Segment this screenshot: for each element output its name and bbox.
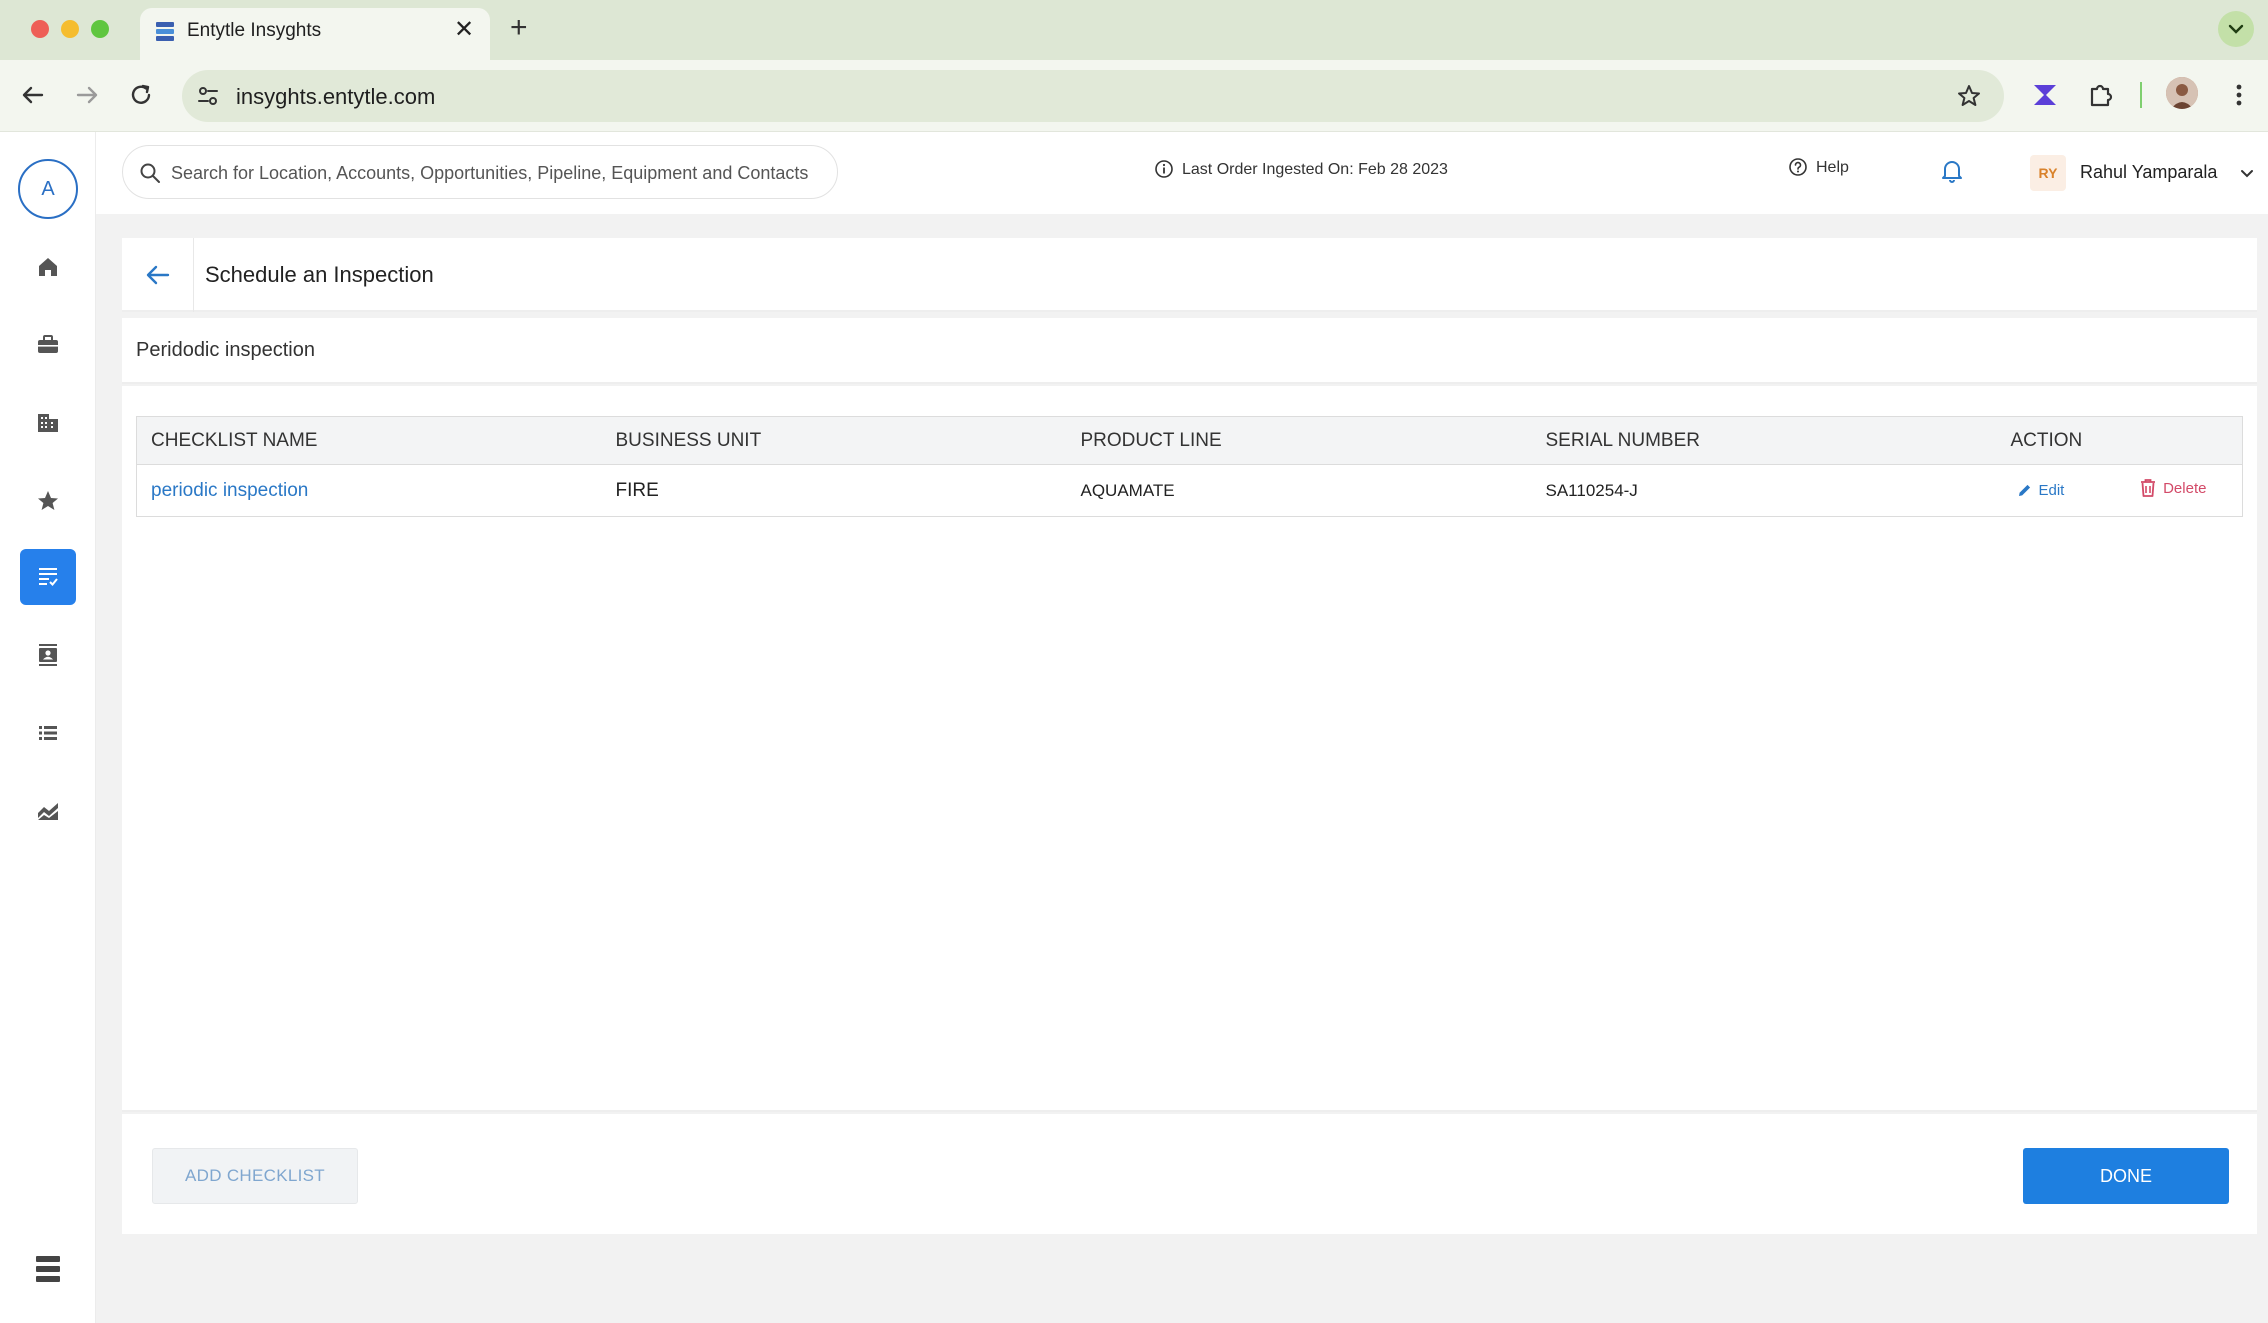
- checklist-table: CHECKLIST NAME BUSINESS UNIT PRODUCT LIN…: [136, 416, 2243, 517]
- address-bar[interactable]: insyghts.entytle.com: [182, 70, 2004, 122]
- add-checklist-button[interactable]: ADD CHECKLIST: [152, 1148, 358, 1204]
- browser-tab-bar: Entytle Insyghts ✕ +: [0, 0, 2268, 60]
- column-header-action: ACTION: [1996, 416, 2243, 465]
- user-menu[interactable]: RY Rahul Yamparala: [2030, 150, 2266, 196]
- sidebar-item-inspections[interactable]: [20, 549, 76, 605]
- done-button[interactable]: DONE: [2023, 1148, 2229, 1204]
- trend-icon: [38, 803, 58, 820]
- home-icon: [39, 258, 57, 276]
- briefcase-icon: [38, 335, 58, 353]
- search-icon: [140, 163, 160, 183]
- star-icon: [38, 491, 58, 510]
- sidebar-item-contacts[interactable]: [20, 627, 76, 683]
- search-placeholder: Search for Location, Accounts, Opportuni…: [171, 163, 809, 183]
- sidebar-item-analytics[interactable]: [20, 783, 76, 839]
- browser-profile-avatar[interactable]: [2166, 77, 2198, 109]
- product-line-cell: AQUAMATE: [1080, 480, 1175, 500]
- new-tab-button[interactable]: +: [510, 13, 528, 43]
- trash-icon: [2141, 479, 2156, 497]
- extension-logo-icon[interactable]: [2028, 78, 2062, 112]
- site-settings-icon[interactable]: [196, 84, 220, 108]
- tab-search-button[interactable]: [2218, 11, 2254, 47]
- window-maximize-button[interactable]: [91, 20, 109, 38]
- arrow-left-icon: [146, 265, 170, 285]
- column-header-product-line: PRODUCT LINE: [1066, 416, 1532, 465]
- column-header-business-unit: BUSINESS UNIT: [601, 416, 1067, 465]
- last-order-info: Last Order Ingested On: Feb 28 2023: [1155, 160, 1448, 179]
- global-search-input[interactable]: Search for Location, Accounts, Opportuni…: [122, 145, 838, 199]
- inspection-type-header: Peridodic inspection: [122, 318, 2257, 384]
- app-header: Search for Location, Accounts, Opportuni…: [96, 132, 2268, 214]
- sidebar-item-favorites[interactable]: [20, 473, 76, 529]
- browser-tab[interactable]: Entytle Insyghts ✕: [140, 8, 490, 60]
- edit-label: Edit: [2038, 481, 2065, 499]
- footer-actions: ADD CHECKLIST DONE: [122, 1114, 2257, 1234]
- extensions-puzzle-icon[interactable]: [2084, 78, 2118, 112]
- window-close-button[interactable]: [31, 20, 49, 38]
- checklist-name-link[interactable]: periodic inspection: [151, 480, 308, 501]
- column-header-serial-number: SERIAL NUMBER: [1531, 416, 1997, 465]
- table-row: periodic inspection FIRE AQUAMATE SA1102…: [137, 465, 2243, 517]
- bookmark-star-icon[interactable]: [1956, 83, 1982, 109]
- column-header-checklist-name: CHECKLIST NAME: [136, 416, 602, 465]
- window-minimize-button[interactable]: [61, 20, 79, 38]
- address-url: insyghts.entytle.com: [236, 84, 436, 109]
- back-arrow-icon[interactable]: [16, 78, 50, 112]
- delete-label: Delete: [2163, 479, 2207, 497]
- serial-number-cell: SA110254-J: [1545, 480, 1638, 500]
- help-label: Help: [1816, 159, 1849, 176]
- page-header: Schedule an Inspection: [122, 238, 2257, 312]
- help-circle-icon: [1789, 158, 1807, 176]
- entytle-favicon-icon: [156, 22, 174, 41]
- forward-arrow-icon[interactable]: [70, 78, 104, 112]
- building-icon: [38, 414, 58, 432]
- app-logo[interactable]: A: [18, 159, 78, 219]
- sidebar-item-briefcase[interactable]: [20, 317, 76, 373]
- help-link[interactable]: Help: [1789, 158, 1849, 177]
- profile-photo-icon: [2166, 77, 2198, 109]
- business-unit-cell: FIRE: [615, 479, 659, 501]
- sidebar-item-lists[interactable]: [20, 705, 76, 761]
- page-title: Schedule an Inspection: [205, 262, 434, 287]
- tab-close-icon[interactable]: ✕: [454, 18, 474, 42]
- back-button[interactable]: [122, 238, 194, 312]
- sidebar-item-home[interactable]: [20, 239, 76, 295]
- user-avatar: RY: [2030, 155, 2066, 191]
- edit-button[interactable]: Edit: [2017, 481, 2065, 499]
- app-sidebar: A: [0, 132, 96, 1323]
- toolbar-divider: [2140, 82, 2142, 108]
- table-header-row: CHECKLIST NAME BUSINESS UNIT PRODUCT LIN…: [136, 416, 2243, 465]
- chevron-down-icon: [2241, 170, 2253, 178]
- checklist-panel: CHECKLIST NAME BUSINESS UNIT PRODUCT LIN…: [122, 386, 2257, 1112]
- browser-toolbar: insyghts.entytle.com: [0, 60, 2268, 132]
- list-icon: [39, 726, 57, 740]
- chevron-down-icon: [2228, 24, 2244, 34]
- browser-menu-kebab-icon[interactable]: [2222, 78, 2256, 112]
- sidebar-menu-icon[interactable]: [26, 1248, 70, 1292]
- action-cell: Edit Delete: [1997, 465, 2243, 517]
- delete-button[interactable]: Delete: [2139, 478, 2206, 498]
- pencil-icon: [2018, 484, 2030, 496]
- sidebar-item-buildings[interactable]: [20, 395, 76, 451]
- checklist-icon: [39, 568, 58, 586]
- tab-title: Entytle Insyghts: [187, 20, 322, 41]
- notifications-bell-icon[interactable]: [1940, 158, 1964, 184]
- reload-icon[interactable]: [124, 78, 158, 112]
- info-icon: [1155, 160, 1173, 178]
- inspection-type-title: Peridodic inspection: [136, 339, 315, 361]
- contacts-icon: [39, 644, 57, 666]
- last-order-text: Last Order Ingested On: Feb 28 2023: [1182, 161, 1448, 178]
- user-name: Rahul Yamparala: [2080, 162, 2218, 182]
